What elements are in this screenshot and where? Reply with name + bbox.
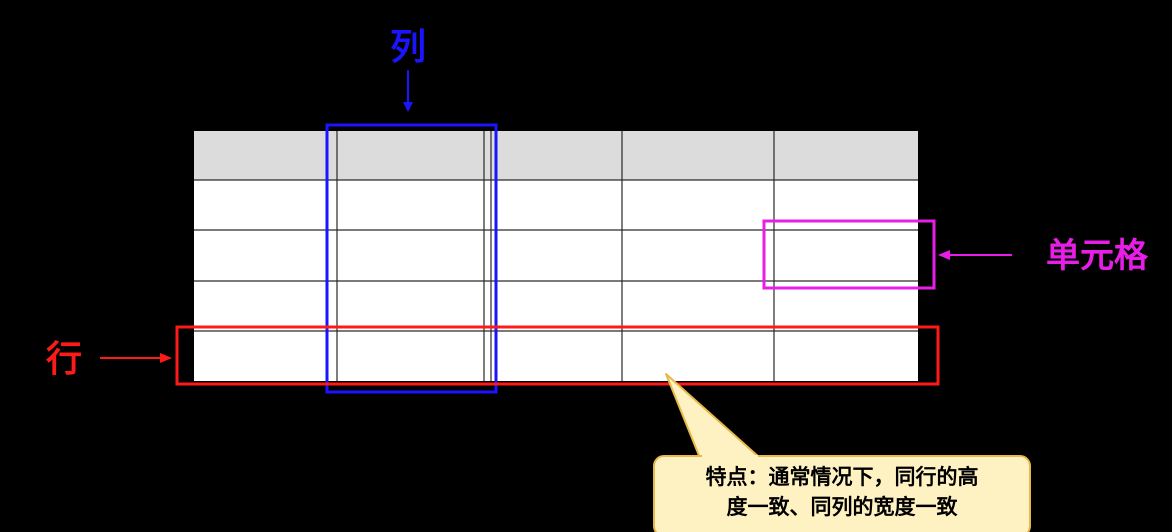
column-arrow <box>403 70 413 112</box>
cell-label: 单元格 <box>1046 236 1148 276</box>
row-label: 行 <box>46 339 83 380</box>
callout-line-2: 度一致、同列的宽度一致 <box>726 495 958 519</box>
column-label: 列 <box>390 27 427 68</box>
table-diagram <box>100 70 1031 532</box>
row-arrow <box>100 353 172 363</box>
table-header-row <box>194 131 918 180</box>
callout-text: 特点：通常情况下，同行的高 度一致、同列的宽度一致 <box>662 462 1022 522</box>
cell-arrow <box>938 250 1012 260</box>
callout-line-1: 特点：通常情况下，同行的高 <box>705 465 979 489</box>
